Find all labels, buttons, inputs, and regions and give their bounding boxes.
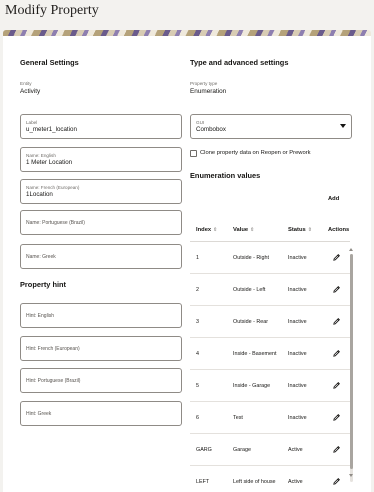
gui-select-value: Combobox <box>196 126 226 133</box>
cell-status: Inactive <box>288 255 307 261</box>
hint-french-field[interactable]: Hint: French (European) <box>20 336 182 361</box>
pencil-icon[interactable] <box>332 413 341 422</box>
general-settings-heading: General Settings <box>20 58 79 67</box>
table-scrollbar[interactable] <box>350 254 353 482</box>
hint-english-placeholder: Hint: English <box>26 313 55 319</box>
cell-value: Garage <box>233 447 251 453</box>
cell-status: Active <box>288 447 303 453</box>
name-french-field[interactable]: Name: French (European) 1Location <box>20 179 182 204</box>
sort-icon: ⇳ <box>307 227 312 233</box>
clone-property-label: Clone property data on Reopen or Prework <box>200 150 311 156</box>
cell-index: 6 <box>196 415 199 421</box>
sort-icon: ⇳ <box>250 227 255 233</box>
cell-value: Outside - Rear <box>233 319 269 325</box>
gui-select[interactable]: GUI Combobox <box>190 114 352 139</box>
property-type-value: Enumeration <box>190 88 227 95</box>
clone-property-checkbox[interactable] <box>190 150 197 157</box>
dialog-title: Modify Property <box>5 3 99 18</box>
entity-label: Entity <box>20 81 32 86</box>
column-header-index[interactable]: Index ⇳ <box>196 227 217 233</box>
name-english-field[interactable]: Name: English 1 Meter Location <box>20 147 182 172</box>
label-field-value: u_meter1_location <box>26 126 77 133</box>
enumeration-values-heading: Enumeration values <box>190 171 261 180</box>
name-french-label: Name: French (European) <box>26 185 80 190</box>
name-portuguese-field[interactable]: Name: Portuguese (Brazil) <box>20 210 182 235</box>
pencil-icon[interactable] <box>332 253 341 262</box>
chevron-down-icon <box>340 124 346 128</box>
pencil-icon[interactable] <box>332 477 341 486</box>
cell-index: 5 <box>196 383 199 389</box>
cell-value: Outside - Left <box>233 287 266 293</box>
name-english-label: Name: English <box>26 153 56 158</box>
label-field-label: Label <box>26 120 38 125</box>
property-hint-heading: Property hint <box>20 280 66 289</box>
table-row: 6 Test Inactive <box>190 402 350 434</box>
gui-select-label: GUI <box>196 120 205 125</box>
table-row: 1 Outside - Right Inactive <box>190 242 350 274</box>
hint-english-field[interactable]: Hint: English <box>20 303 182 328</box>
cell-value: Outside - Right <box>233 255 269 261</box>
table-row: 5 Inside - Garage Inactive <box>190 370 350 402</box>
hint-portuguese-placeholder: Hint: Portuguese (Brazil) <box>26 378 81 384</box>
cell-status: Inactive <box>288 383 307 389</box>
pencil-icon[interactable] <box>332 349 341 358</box>
cell-value: Left side of house <box>233 479 276 485</box>
cell-status: Inactive <box>288 415 307 421</box>
scroll-down-icon[interactable] <box>349 474 353 477</box>
name-english-value: 1 Meter Location <box>26 159 73 166</box>
cell-status: Active <box>288 479 303 485</box>
column-header-value[interactable]: Value ⇳ <box>233 227 254 233</box>
table-row: GARG Garage Active <box>190 434 350 466</box>
enumeration-table: Index ⇳ Value ⇳ Status ⇳ Actions 1 Outside -… <box>190 206 350 492</box>
add-button[interactable]: Add <box>328 196 339 202</box>
cell-index: LEFT <box>196 479 210 485</box>
label-field[interactable]: Label u_meter1_location <box>20 114 182 139</box>
table-row: 2 Outside - Left Inactive <box>190 274 350 306</box>
name-french-value: 1Location <box>26 191 53 198</box>
name-greek-field[interactable]: Name: Greek <box>20 244 182 269</box>
scroll-up-icon[interactable] <box>349 248 353 251</box>
cell-index: GARG <box>196 447 212 453</box>
cell-status: Inactive <box>288 319 307 325</box>
table-row: 4 Inside - Basement Inactive <box>190 338 350 370</box>
property-type-label: Property type <box>190 81 218 86</box>
column-header-status[interactable]: Status ⇳ <box>288 227 312 233</box>
entity-value: Activity <box>20 88 41 95</box>
pencil-icon[interactable] <box>332 285 341 294</box>
pencil-icon[interactable] <box>332 317 341 326</box>
table-row: LEFT Left side of house Active <box>190 466 350 492</box>
cell-index: 3 <box>196 319 199 325</box>
cell-value: Test <box>233 415 243 421</box>
hint-greek-field[interactable]: Hint: Greek <box>20 401 182 426</box>
column-header-actions: Actions <box>328 227 350 233</box>
hint-french-placeholder: Hint: French (European) <box>26 346 80 352</box>
cell-status: Inactive <box>288 351 307 357</box>
cell-value: Inside - Garage <box>233 383 271 389</box>
cell-index: 1 <box>196 255 199 261</box>
type-settings-heading: Type and advanced settings <box>190 58 289 67</box>
table-header: Index ⇳ Value ⇳ Status ⇳ Actions <box>190 218 350 242</box>
name-greek-placeholder: Name: Greek <box>26 254 56 260</box>
name-portuguese-placeholder: Name: Portuguese (Brazil) <box>26 220 85 226</box>
cell-index: 2 <box>196 287 199 293</box>
hint-portuguese-field[interactable]: Hint: Portuguese (Brazil) <box>20 368 182 393</box>
table-row: 3 Outside - Rear Inactive <box>190 306 350 338</box>
cell-index: 4 <box>196 351 199 357</box>
cell-value: Inside - Basement <box>233 351 277 357</box>
cell-status: Inactive <box>288 287 307 293</box>
pencil-icon[interactable] <box>332 445 341 454</box>
scrollbar-thumb[interactable] <box>350 254 353 469</box>
modify-property-panel: General Settings Entity Activity Label u… <box>3 36 371 492</box>
hint-greek-placeholder: Hint: Greek <box>26 411 52 417</box>
pencil-icon[interactable] <box>332 381 341 390</box>
sort-icon: ⇳ <box>213 227 218 233</box>
